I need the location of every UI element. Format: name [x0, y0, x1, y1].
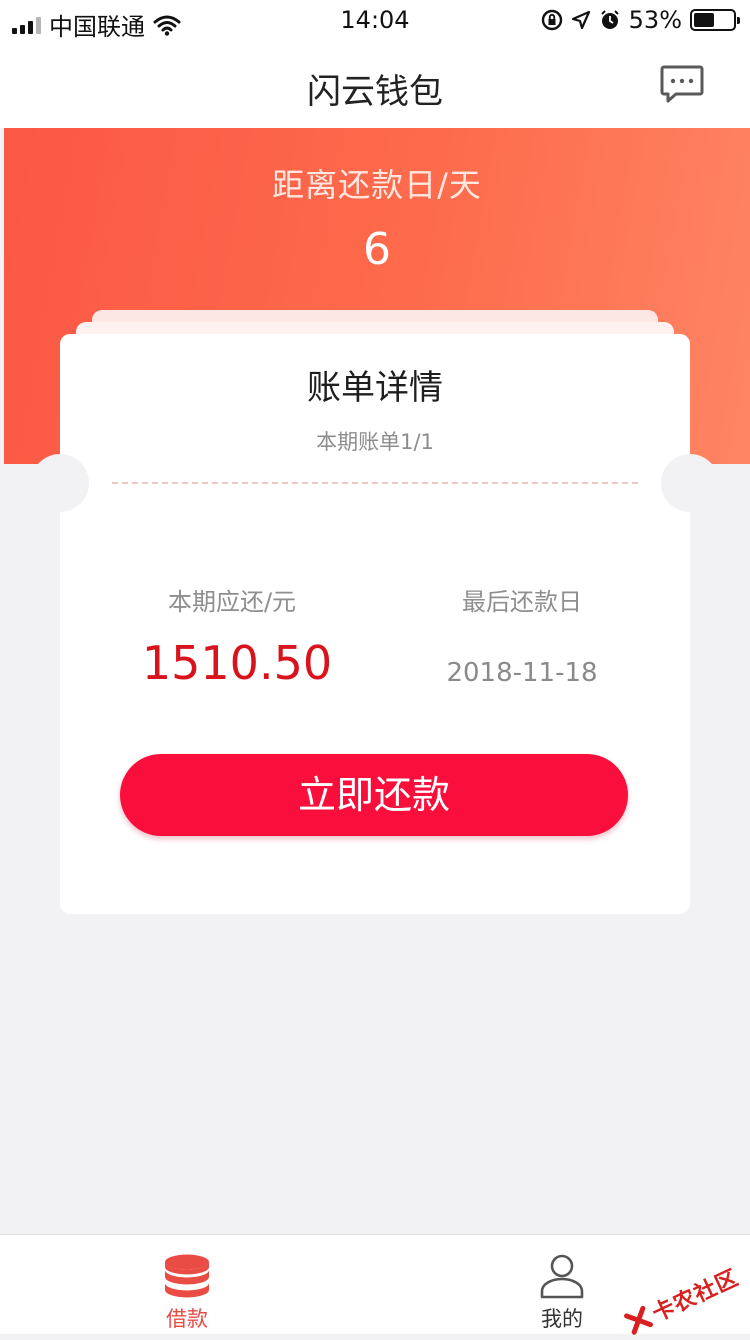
tab-label: 我的 [482, 1303, 642, 1333]
status-right: 53% [541, 6, 736, 34]
ticket-notch [31, 454, 89, 512]
user-icon [539, 1253, 585, 1299]
location-arrow-icon [571, 10, 591, 30]
dashed-divider [112, 482, 638, 484]
chat-bubble-icon[interactable] [660, 64, 704, 104]
amount-due-value: 1510.50 [112, 636, 362, 690]
days-until-due-label: 距离还款日/天 [4, 160, 750, 206]
repay-now-button[interactable]: 立即还款 [120, 754, 628, 836]
bill-detail-title: 账单详情 [60, 360, 690, 409]
rotation-lock-icon [541, 9, 563, 31]
due-date-value: 2018-11-18 [402, 658, 642, 688]
bill-period: 本期账单1/1 [60, 426, 690, 456]
bill-detail-card: 账单详情 本期账单1/1 本期应还/元 最后还款日 1510.50 2018-1… [60, 334, 690, 914]
battery-level-fill [694, 13, 714, 27]
battery-percentage: 53% [629, 6, 682, 34]
ticket-notch [661, 454, 719, 512]
status-bar: 中国联通 14:04 53% [0, 0, 750, 42]
coin-stack-icon [164, 1253, 210, 1299]
amount-due-label: 本期应还/元 [112, 582, 352, 617]
days-until-due-value: 6 [4, 224, 750, 275]
tab-mine[interactable]: 我的 [482, 1235, 642, 1335]
tab-loan[interactable]: 借款 [107, 1235, 267, 1335]
navigation-bar: 闪云钱包 [0, 42, 750, 128]
tab-label: 借款 [107, 1303, 267, 1333]
alarm-clock-icon [599, 9, 621, 31]
page-title: 闪云钱包 [0, 64, 750, 113]
due-date-label: 最后还款日 [402, 582, 642, 617]
battery-icon [690, 9, 736, 31]
